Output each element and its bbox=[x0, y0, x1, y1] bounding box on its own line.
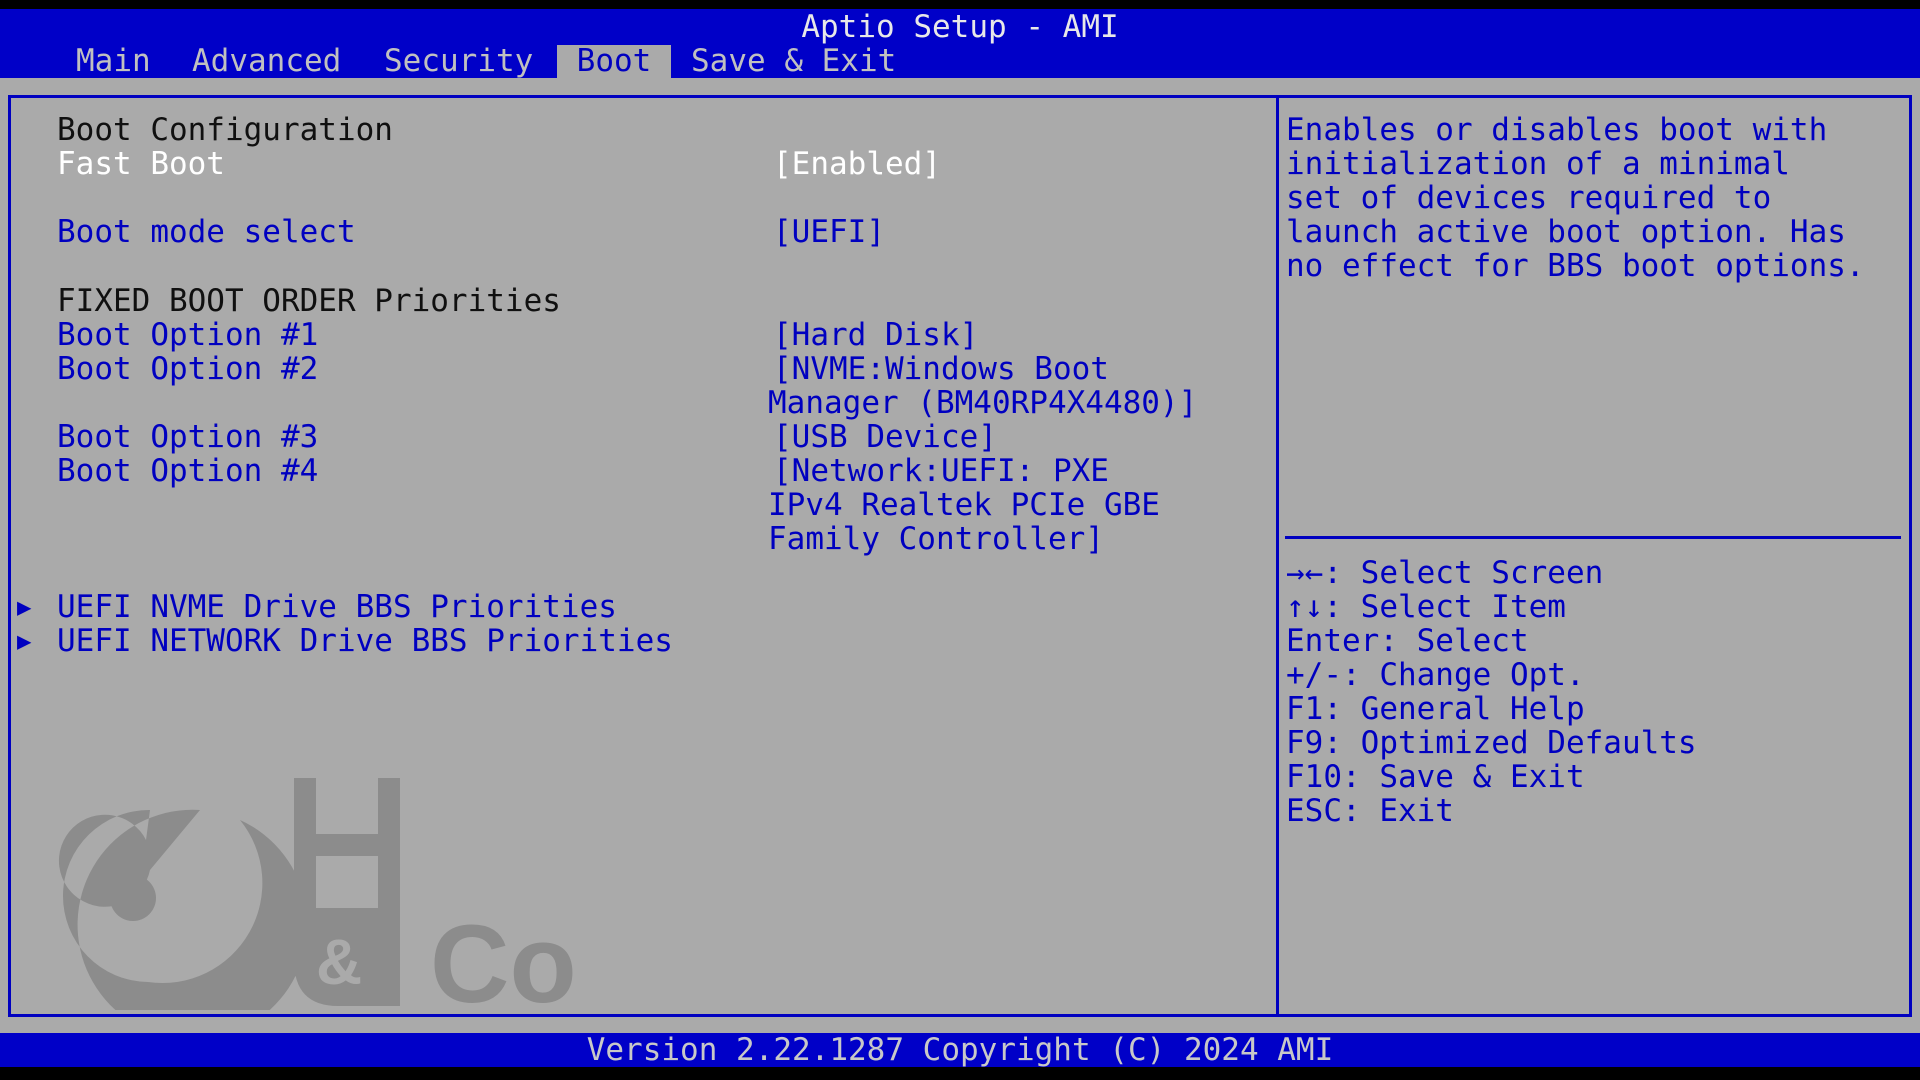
boot-option-2-value-cont[interactable]: Manager (BM40RP4X4480)] bbox=[768, 386, 1197, 420]
help-description-line: no effect for BBS boot options. bbox=[1286, 248, 1865, 284]
fast-boot-value[interactable]: [Enabled] bbox=[773, 147, 941, 181]
submenu-uefi-nvme-bbs[interactable]: UEFI NVME Drive BBS Priorities bbox=[57, 590, 617, 624]
help-description-line: launch active boot option. Has bbox=[1286, 214, 1846, 250]
tab-main[interactable]: Main bbox=[76, 45, 151, 78]
boot-mode-select-label[interactable]: Boot mode select bbox=[57, 215, 356, 249]
key-hint-enter: Enter: Select bbox=[1286, 623, 1529, 659]
boot-option-2-value[interactable]: [NVME:Windows Boot bbox=[773, 352, 1109, 386]
help-description-line: set of devices required to bbox=[1286, 180, 1772, 216]
help-divider bbox=[1285, 536, 1901, 539]
boot-option-1-value[interactable]: [Hard Disk] bbox=[773, 318, 978, 352]
section-boot-configuration: Boot Configuration bbox=[57, 112, 393, 148]
triangle-right-icon: ▶ bbox=[17, 627, 32, 655]
tab-security[interactable]: Security bbox=[384, 45, 533, 78]
boot-option-1-label[interactable]: Boot Option #1 bbox=[57, 318, 318, 352]
boot-mode-select-value[interactable]: [UEFI] bbox=[773, 215, 885, 249]
tab-advanced[interactable]: Advanced bbox=[192, 45, 341, 78]
tab-save-exit[interactable]: Save & Exit bbox=[691, 45, 896, 78]
key-hint-select-item: ↑↓: Select Item bbox=[1286, 589, 1566, 625]
tab-boot[interactable]: Boot bbox=[557, 45, 671, 78]
key-hint-f9: F9: Optimized Defaults bbox=[1286, 725, 1697, 761]
section-fixed-boot-order: FIXED BOOT ORDER Priorities bbox=[57, 283, 561, 319]
submenu-uefi-network-bbs[interactable]: UEFI NETWORK Drive BBS Priorities bbox=[57, 624, 673, 658]
boot-option-4-label[interactable]: Boot Option #4 bbox=[57, 454, 318, 488]
boot-option-4-value[interactable]: [Network:UEFI: PXE bbox=[773, 454, 1109, 488]
help-description-line: Enables or disables boot with bbox=[1286, 112, 1828, 148]
version-text: Version 2.22.1287 Copyright (C) 2024 AMI bbox=[586, 1032, 1334, 1068]
boot-option-4-value-cont2[interactable]: Family Controller] bbox=[768, 522, 1104, 556]
fast-boot-label[interactable]: Fast Boot bbox=[57, 147, 225, 181]
key-hint-change-opt: +/-: Change Opt. bbox=[1286, 657, 1585, 693]
key-hint-f1: F1: General Help bbox=[1286, 691, 1585, 727]
triangle-right-icon: ▶ bbox=[17, 593, 32, 621]
app-title: Aptio Setup - AMI bbox=[801, 9, 1119, 45]
boot-option-3-value[interactable]: [USB Device] bbox=[773, 420, 997, 454]
boot-option-2-label[interactable]: Boot Option #2 bbox=[57, 352, 318, 386]
help-description-line: initialization of a minimal bbox=[1286, 146, 1790, 182]
key-hint-esc: ESC: Exit bbox=[1286, 793, 1454, 829]
key-hint-select-screen: →←: Select Screen bbox=[1286, 555, 1604, 591]
key-hint-f10: F10: Save & Exit bbox=[1286, 759, 1585, 795]
boot-option-4-value-cont[interactable]: IPv4 Realtek PCIe GBE bbox=[768, 488, 1160, 522]
boot-option-3-label[interactable]: Boot Option #3 bbox=[57, 420, 318, 454]
